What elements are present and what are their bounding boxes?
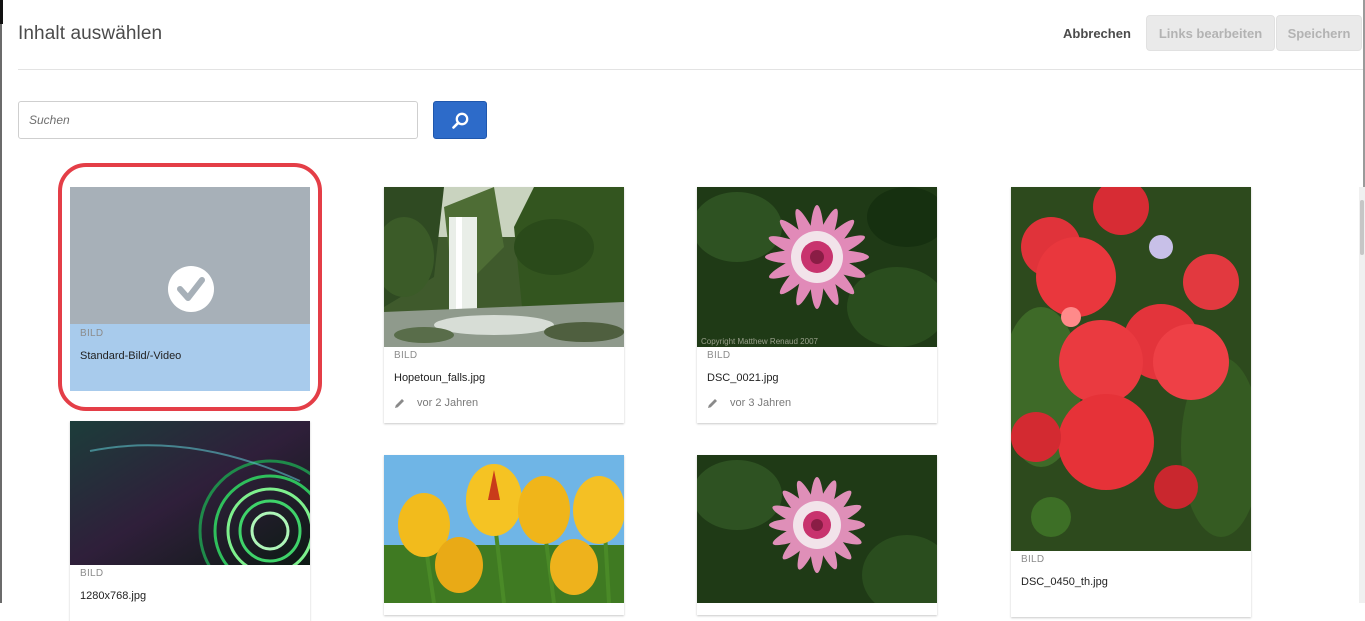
asset-name: DSC_0450_th.jpg xyxy=(1021,576,1108,588)
asset-card[interactable]: BILD Hopetoun_falls.jpg vor 2 Jahren xyxy=(384,187,624,423)
search-button[interactable] xyxy=(433,101,487,139)
header-divider xyxy=(18,69,1363,70)
asset-thumbnail-dahlia xyxy=(697,455,937,603)
window-edge-corner xyxy=(0,0,3,24)
asset-card[interactable]: BILD 1280x768.jpg xyxy=(70,421,310,621)
asset-thumbnail-dahlia: Copyright Matthew Renaud 2007 xyxy=(697,187,937,347)
asset-name: Hopetoun_falls.jpg xyxy=(394,372,486,384)
asset-type-label: BILD xyxy=(80,568,104,579)
asset-card[interactable]: BILD DSC_0450_th.jpg xyxy=(1011,187,1251,617)
search-input[interactable] xyxy=(18,101,418,139)
edit-links-button[interactable]: Links bearbeiten xyxy=(1146,15,1275,51)
svg-text:Copyright Matthew Renaud 2007: Copyright Matthew Renaud 2007 xyxy=(701,337,819,346)
asset-card[interactable]: Copyright Matthew Renaud 2007 BILD DSC_0… xyxy=(697,187,937,423)
asset-type-label: BILD xyxy=(707,350,731,361)
search-icon xyxy=(452,112,469,129)
dialog-title: Inhalt auswählen xyxy=(18,23,163,44)
pencil-icon xyxy=(395,398,404,408)
asset-thumbnail-yellow-tulips xyxy=(384,455,624,603)
asset-modified-text: vor 3 Jahren xyxy=(730,397,792,409)
asset-modified-text: vor 2 Jahren xyxy=(417,397,479,409)
asset-card[interactable] xyxy=(384,455,624,615)
window-edge-left xyxy=(0,0,2,603)
asset-card[interactable] xyxy=(697,455,937,615)
asset-name: 1280x768.jpg xyxy=(80,590,147,602)
asset-name: DSC_0021.jpg xyxy=(707,372,779,384)
asset-modified: vor 2 Jahren xyxy=(394,397,478,409)
asset-thumbnail-red-dahlias xyxy=(1011,187,1251,551)
asset-thumbnail-abstract-swirl xyxy=(70,421,310,565)
asset-type-label: BILD xyxy=(1021,554,1045,565)
save-button[interactable]: Speichern xyxy=(1276,15,1362,51)
cancel-button[interactable]: Abbrechen xyxy=(1058,19,1136,49)
selection-highlight-ring xyxy=(58,163,322,411)
pencil-icon xyxy=(708,398,717,408)
asset-modified: vor 3 Jahren xyxy=(707,397,791,409)
asset-thumbnail-waterfall xyxy=(384,187,624,347)
scrollbar-thumb[interactable] xyxy=(1360,200,1364,255)
asset-type-label: BILD xyxy=(394,350,418,361)
